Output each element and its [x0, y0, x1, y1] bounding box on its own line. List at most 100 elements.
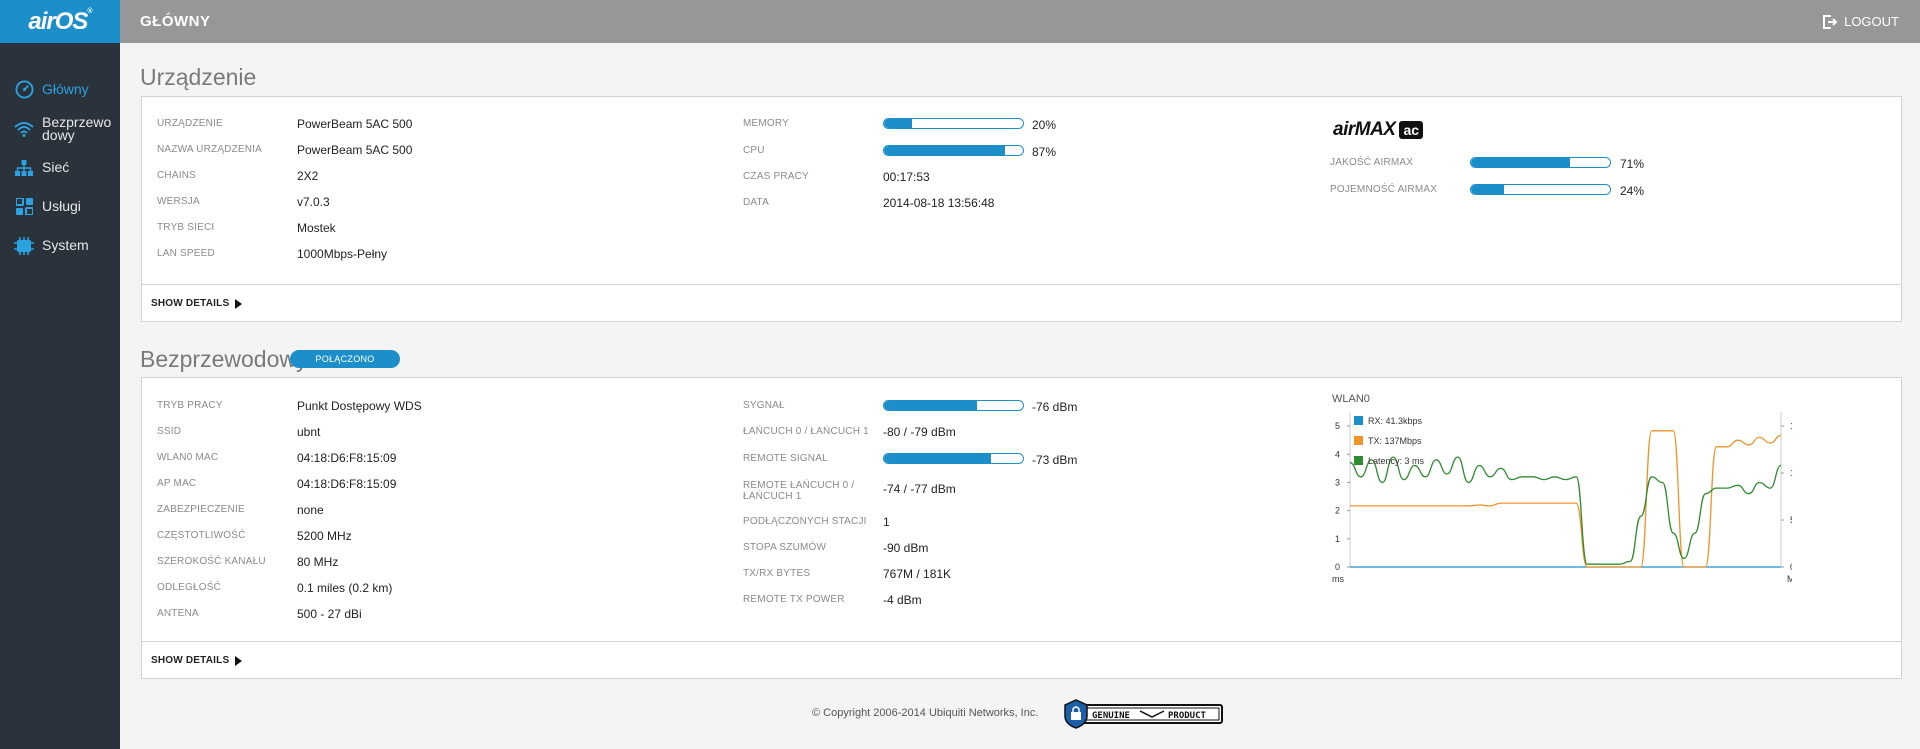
txrx-value: 767M / 181K	[883, 567, 952, 581]
device-value: PowerBeam 5AC 500	[297, 117, 413, 131]
airmax-logo: airMAX ac	[1333, 119, 1424, 141]
remote-tx-value: -4 dBm	[883, 593, 922, 607]
airmax-quality-bar	[1470, 157, 1611, 168]
memory-percent: 20%	[1032, 118, 1057, 132]
device-value: 2X2	[297, 169, 319, 183]
wireless-panel-footer: SHOW DETAILS	[142, 641, 1901, 678]
cpu-row: CPU	[743, 144, 765, 156]
logout-label: LOGOUT	[1844, 14, 1899, 29]
y-left-tick: 3	[1335, 477, 1340, 487]
device-value: 1000Mbps-Pełny	[297, 247, 388, 261]
remote-signal-value: -73 dBm	[1032, 453, 1078, 467]
device-value: Mostek	[297, 221, 336, 235]
dashboard-icon	[14, 80, 34, 100]
stations-row: PODŁĄCZONYCH STACJI	[743, 515, 867, 527]
copyright-text: © Copyright 2006-2014 Ubiquiti Networks,…	[812, 707, 1039, 719]
top-header: GŁÓWNY LOGOUT	[120, 0, 1920, 43]
wireless-value: ubnt	[297, 425, 321, 439]
x-label-left: ms	[1332, 574, 1344, 584]
page-title: GŁÓWNY	[140, 13, 211, 30]
show-details-button[interactable]: SHOW DETAILS	[151, 298, 243, 309]
legend-swatch	[1354, 416, 1363, 425]
wireless-row: ANTENA	[157, 607, 199, 619]
x-label-right: Mbps	[1787, 574, 1792, 584]
signal-row: SYGNAŁ	[743, 399, 785, 411]
wireless-row: ZABEZPIECZENIE	[157, 503, 245, 515]
sidebar-item-bezprzewodowy[interactable]: Bezprzewo dowy	[0, 109, 120, 148]
legend-label: TX: 137Mbps	[1368, 436, 1422, 446]
sidebar-item-uslugi[interactable]: Usługi	[0, 187, 120, 226]
noise-row: STOPA SZUMÓW	[743, 541, 827, 553]
sidebar-item-label: Bezprzewo dowy	[42, 113, 112, 143]
cpu-bar	[883, 145, 1024, 156]
system-icon	[14, 236, 34, 256]
logout-button[interactable]: LOGOUT	[1823, 14, 1899, 29]
device-row: WERSJA	[157, 195, 200, 207]
sidebar-nav: Główny Bezprzewo dowy Sieć Usługi System	[0, 70, 120, 265]
remote-tx-row: REMOTE TX POWER	[743, 593, 845, 605]
sidebar-item-system[interactable]: System	[0, 226, 120, 265]
sidebar-item-label: Główny	[42, 81, 89, 97]
device-value: PowerBeam 5AC 500	[297, 143, 413, 157]
airos-logo[interactable]: airOS®	[0, 0, 120, 43]
noise-value: -90 dBm	[883, 541, 929, 555]
remote-chain-value: -74 / -77 dBm	[883, 482, 956, 496]
airmax-capacity-bar	[1470, 184, 1611, 195]
y-left-tick: 2	[1335, 506, 1340, 516]
date-row: DATA	[743, 196, 769, 208]
sidebar-item-siec[interactable]: Sieć	[0, 148, 120, 187]
play-arrow-icon	[235, 655, 243, 666]
legend-label: RX: 41.3kbps	[1368, 416, 1423, 426]
y-right-tick: 50	[1790, 515, 1792, 525]
y-left-tick: 5	[1335, 421, 1340, 431]
uptime-row: CZAS PRACY	[743, 170, 809, 182]
remote-chain-row: REMOTE ŁAŃCUCH 0 / ŁAŃCUCH 1	[743, 480, 855, 502]
device-row: NAZWA URZĄDZENIA	[157, 143, 263, 155]
chart-title: WLAN0	[1332, 393, 1370, 405]
product-label: PRODUCT	[1168, 711, 1207, 721]
memory-row: MEMORY	[743, 117, 790, 129]
y-right-tick: 0	[1790, 562, 1792, 572]
device-panel-footer: SHOW DETAILS	[142, 284, 1901, 321]
wireless-panel: TRYB PRACY Punkt Dostępowy WDS SSID ubnt…	[141, 377, 1902, 679]
wireless-value: 04:18:D6:F8:15:09	[297, 451, 397, 465]
txrx-row: TX/RX BYTES	[743, 567, 811, 579]
wifi-icon	[14, 119, 34, 139]
chain-row: ŁAŃCUCH 0 / ŁAŃCUCH 1	[743, 425, 869, 437]
uptime-value: 00:17:53	[883, 170, 930, 184]
network-icon	[14, 158, 34, 178]
signal-bar	[883, 400, 1024, 411]
wireless-value: 80 MHz	[297, 555, 339, 569]
wireless-value: 0.1 miles (0.2 km)	[297, 581, 393, 595]
remote-signal-row: REMOTE SIGNAL	[743, 452, 828, 464]
sidebar-item-label: Sieć	[42, 159, 70, 175]
y-left-tick: 0	[1335, 562, 1340, 572]
device-value: v7.0.3	[297, 195, 330, 209]
show-details-button[interactable]: SHOW DETAILS	[151, 655, 243, 666]
remote-signal-bar	[883, 453, 1024, 464]
genuine-product-badge: GENUINE PRODUCT	[1062, 699, 1224, 729]
sidebar-item-label: Usługi	[42, 198, 81, 214]
wireless-value: none	[297, 503, 324, 517]
y-right-tick: 150	[1790, 421, 1792, 431]
wireless-row: CZĘSTOTLIWOŚĆ	[157, 529, 246, 541]
stations-value: 1	[883, 515, 890, 529]
wireless-row: SZEROKOŚĆ KANAŁU	[157, 555, 266, 567]
play-arrow-icon	[235, 298, 243, 309]
sidebar-item-glowny[interactable]: Główny	[0, 70, 120, 109]
y-left-tick: 1	[1335, 534, 1340, 544]
logout-icon	[1823, 14, 1838, 29]
chain-value: -80 / -79 dBm	[883, 425, 956, 439]
sidebar-item-label: System	[42, 237, 89, 253]
legend-swatch	[1354, 456, 1363, 465]
genuine-label: GENUINE	[1092, 711, 1130, 721]
y-left-tick: 4	[1335, 449, 1340, 459]
sidebar: airOS® Główny Bezprzewo dowy Sieć Usługi	[0, 0, 120, 749]
device-row: LAN SPEED	[157, 247, 215, 259]
cpu-percent: 87%	[1032, 145, 1057, 159]
airmax-capacity-row: POJEMNOŚĆ AIRMAX	[1330, 183, 1438, 195]
device-row: TRYB SIECI	[157, 221, 215, 233]
wireless-value: 5200 MHz	[297, 529, 352, 543]
airmax-capacity-percent: 24%	[1620, 184, 1645, 198]
services-icon	[14, 197, 34, 217]
